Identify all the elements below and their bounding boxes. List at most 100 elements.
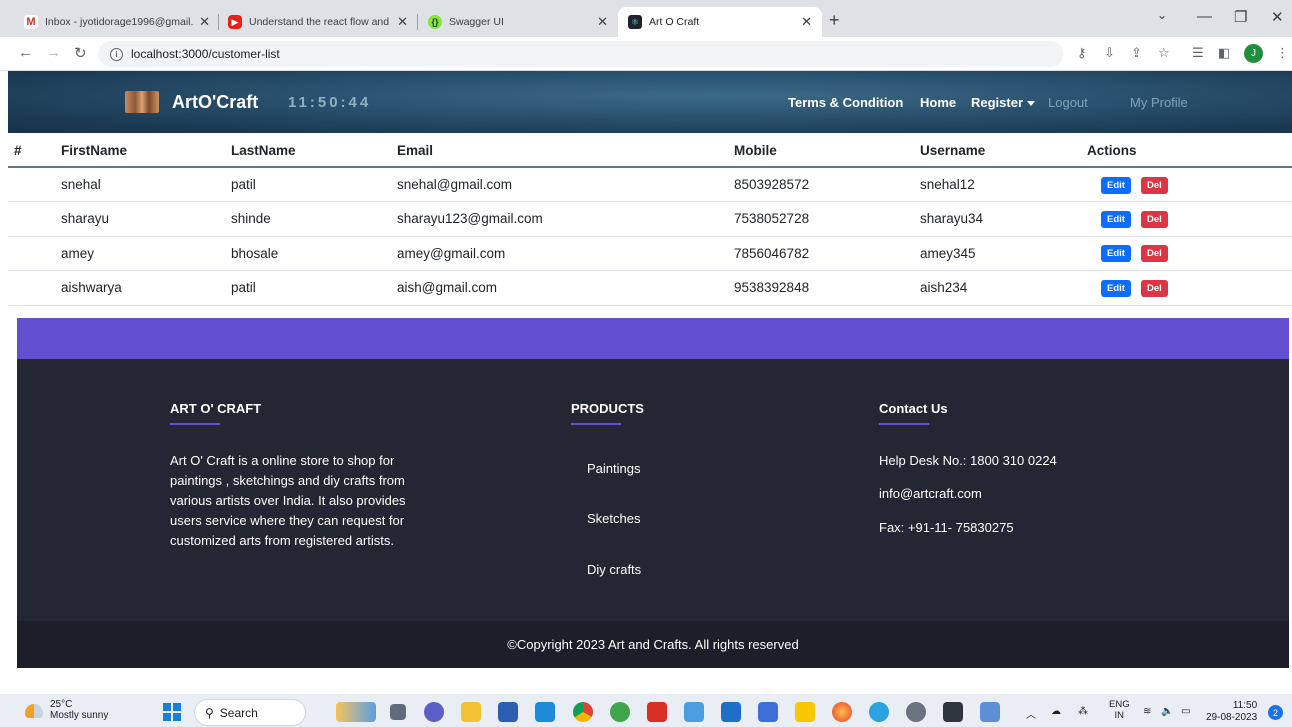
chrome-icon[interactable] — [573, 702, 593, 722]
delete-button[interactable]: Del — [1140, 176, 1168, 194]
footer-email[interactable]: info@artcraft.com — [879, 484, 982, 504]
widgets-icon[interactable] — [336, 702, 376, 722]
app-tray-icon[interactable]: ⁂ — [1078, 706, 1088, 717]
volume-icon[interactable]: 🔈 — [1161, 706, 1173, 717]
edit-button[interactable]: Edit — [1101, 210, 1131, 228]
taskbar-date: 29-08-2023 — [1206, 712, 1258, 723]
nav-register-label: Register — [971, 95, 1024, 110]
nav-my-profile[interactable]: My Profile — [1130, 95, 1188, 110]
edit-button[interactable]: Edit — [1101, 279, 1131, 297]
delete-button[interactable]: Del — [1140, 245, 1168, 263]
terminal-icon[interactable] — [943, 702, 963, 722]
language-indicator[interactable]: ENG IN — [1109, 699, 1130, 721]
network-tool-icon[interactable] — [980, 702, 1000, 722]
notepad-icon[interactable] — [684, 702, 704, 722]
pdf-reader-icon[interactable] — [647, 702, 667, 722]
task-view-icon[interactable] — [390, 704, 406, 720]
nav-logout[interactable]: Logout — [1048, 95, 1088, 110]
header-clock: 11:50:44 — [288, 94, 372, 111]
telegram-icon[interactable] — [869, 702, 889, 722]
tab-search-icon[interactable]: ⌄ — [1157, 8, 1167, 22]
brand-name[interactable]: ArtO'Craft — [172, 92, 258, 113]
side-panel-icon[interactable]: ◧ — [1218, 45, 1230, 61]
table-row: snehal patil snehal@gmail.com 8503928572… — [8, 167, 1292, 202]
close-icon[interactable]: ✕ — [397, 14, 408, 30]
teams-icon[interactable] — [424, 702, 444, 722]
reading-list-icon[interactable]: ☰ — [1192, 45, 1204, 61]
table-row: amey bhosale amey@gmail.com 7856046782 a… — [8, 236, 1292, 271]
cell-lastname: shinde — [231, 201, 397, 237]
weather-sun-icon[interactable] — [25, 704, 43, 718]
cloud-off-icon[interactable]: ☁ — [1051, 706, 1061, 717]
battery-icon[interactable]: ▭ — [1181, 706, 1190, 717]
taskbar-time: 11:50 — [1232, 700, 1258, 711]
close-icon[interactable]: ✕ — [199, 14, 210, 30]
teams-work-icon[interactable] — [758, 702, 778, 722]
menu-dots-icon[interactable]: ⋮ — [1276, 45, 1289, 61]
windows-start-icon[interactable] — [163, 703, 181, 721]
cell-lastname: patil — [231, 270, 397, 306]
url-input[interactable]: i localhost:3000/customer-list — [98, 41, 1063, 67]
sticky-notes-icon[interactable] — [795, 702, 815, 722]
key-icon[interactable]: ⚷ — [1077, 45, 1087, 61]
word-icon[interactable] — [498, 702, 518, 722]
cell-username: amey345 — [920, 236, 1087, 271]
tab-title: Art O Craft — [649, 16, 700, 28]
tab-gmail[interactable]: M Inbox - jyotidorage1996@gmail.c ✕ — [14, 7, 220, 37]
settings-gear-icon[interactable] — [906, 702, 926, 722]
new-tab-icon[interactable]: + — [829, 10, 840, 31]
footer-link-sketches[interactable]: Sketches — [587, 509, 640, 529]
chevron-up-icon[interactable]: ︿ — [1026, 706, 1036, 721]
footer-fax: Fax: +91-11- 75830275 — [879, 520, 1014, 535]
footer-link-paintings[interactable]: Paintings — [587, 459, 640, 479]
footer-link-diy-crafts[interactable]: Diy crafts — [587, 560, 641, 580]
vscode-icon[interactable] — [535, 702, 555, 722]
cell-mobile: 8503928572 — [734, 167, 920, 202]
cell-email: aish@gmail.com — [397, 270, 734, 306]
search-icon: ⚲ — [205, 705, 214, 720]
wifi-icon[interactable]: ≋ — [1143, 706, 1151, 717]
cell-index — [8, 270, 61, 306]
back-icon[interactable]: ← — [18, 44, 33, 61]
minimize-icon[interactable]: — — [1197, 8, 1212, 25]
close-window-icon[interactable]: ✕ — [1271, 8, 1284, 26]
footer-title-underline — [571, 423, 621, 425]
nav-terms[interactable]: Terms & Condition — [788, 95, 903, 110]
delete-button[interactable]: Del — [1140, 279, 1168, 297]
share-icon[interactable]: ⇪ — [1131, 45, 1142, 61]
notification-badge[interactable]: 2 — [1268, 705, 1283, 720]
weather-widget[interactable]: 25°C Mostly sunny — [50, 699, 108, 721]
install-icon[interactable]: ⇩ — [1104, 45, 1115, 61]
nav-home[interactable]: Home — [920, 95, 956, 110]
address-bar: ← → ↻ i localhost:3000/customer-list ⚷ ⇩… — [0, 37, 1292, 71]
cell-actions: Edit Del — [1087, 236, 1292, 271]
close-icon[interactable]: ✕ — [801, 14, 812, 30]
restore-icon[interactable]: ❐ — [1234, 8, 1247, 26]
cell-email: sharayu123@gmail.com — [397, 201, 734, 237]
cell-username: snehal12 — [920, 167, 1087, 202]
firefox-icon[interactable] — [832, 702, 852, 722]
reload-icon[interactable]: ↻ — [74, 44, 87, 62]
cell-index — [8, 167, 61, 202]
profile-avatar[interactable]: J — [1244, 44, 1263, 63]
tab-swagger[interactable]: {} Swagger UI ✕ — [418, 7, 618, 37]
tab-youtube[interactable]: ▶ Understand the react flow and st ✕ — [218, 7, 418, 37]
taskbar-search[interactable]: ⚲ Search — [194, 699, 306, 726]
tab-art-o-craft[interactable]: ⚛ Art O Craft ✕ — [618, 7, 822, 37]
edit-button[interactable]: Edit — [1101, 245, 1131, 263]
close-icon[interactable]: ✕ — [597, 14, 608, 30]
footer-title-underline — [170, 423, 220, 425]
nav-register[interactable]: Register — [971, 95, 1036, 110]
customer-table-container: # FirstName LastName Email Mobile Userna… — [8, 134, 1292, 306]
taskbar-clock[interactable]: 11:50 29-08-2023 — [1206, 700, 1257, 724]
cell-mobile: 9538392848 — [734, 270, 920, 306]
file-explorer-icon[interactable] — [461, 702, 481, 722]
edit-button[interactable]: Edit — [1101, 176, 1131, 194]
delete-button[interactable]: Del — [1140, 210, 1168, 228]
mail-icon[interactable] — [721, 702, 741, 722]
info-icon[interactable]: i — [110, 47, 123, 61]
logo-icon[interactable] — [125, 91, 159, 113]
forward-icon[interactable]: → — [46, 44, 61, 61]
mongodb-compass-icon[interactable] — [610, 702, 630, 722]
bookmark-star-icon[interactable]: ☆ — [1158, 45, 1170, 61]
